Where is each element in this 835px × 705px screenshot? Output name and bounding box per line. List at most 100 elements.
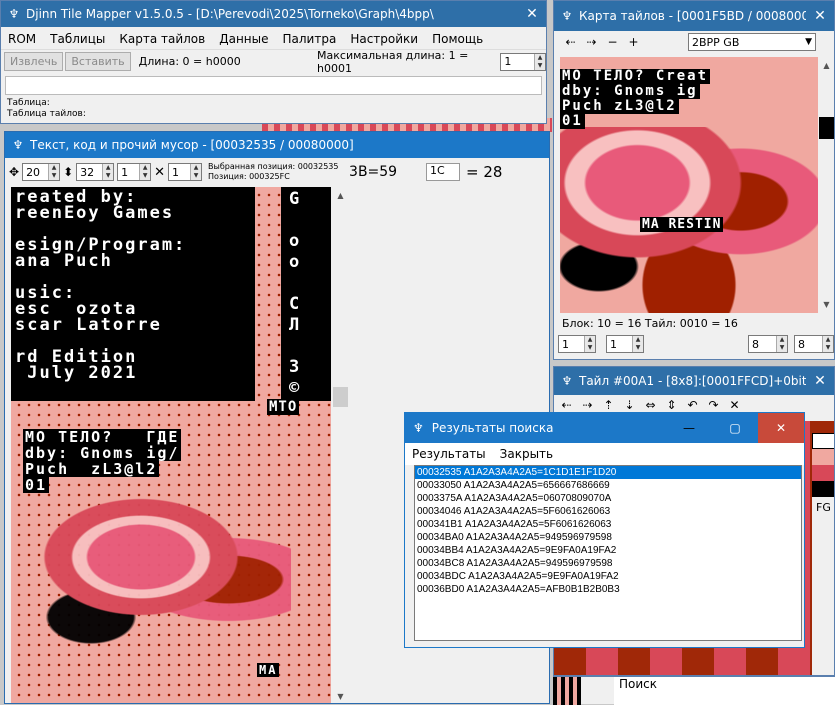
- arrow-left-icon[interactable]: ⇠: [560, 32, 581, 52]
- search-result-item[interactable]: 0003375A A1A2A3A4A2A5=06070809070A: [415, 492, 801, 505]
- tile-map-titlebar[interactable]: ♆ Карта тайлов - [0001F5BD / 00080000] ✕: [554, 1, 834, 31]
- djinn-app-icon: ♆: [561, 9, 573, 23]
- search-result-item[interactable]: 00034BC8 A1A2A3A4A2A5=949596979598: [415, 557, 801, 570]
- text-window-toolbar: ✥ 20 ▲ ▼ ⬍ 32 ▲ ▼ 1 ▲ ▼ ✕ 1 ▲ ▼ Выбранная позици…: [5, 158, 549, 186]
- width-spinner[interactable]: 20 ▲ ▼: [22, 163, 61, 181]
- palette-color-5[interactable]: [812, 481, 834, 497]
- rows-spinner[interactable]: 1 ▲ ▼: [168, 163, 203, 181]
- right-char: [289, 336, 323, 357]
- extract-button[interactable]: Извлечь: [4, 52, 64, 71]
- search-results-list[interactable]: 00032535 A1A2A3A4A2A5=1C1D1E1F1D20 000330…: [414, 465, 802, 641]
- tile-map-canvas[interactable]: МО ТЕЛО? Creat dby: Gnoms ig Puch zL3@l2…: [560, 57, 818, 313]
- insert-button[interactable]: Вставить: [65, 52, 131, 71]
- byte-value: 3B=59: [349, 164, 398, 180]
- max-length-spinner[interactable]: 1 ▲ ▼: [500, 52, 546, 71]
- menu-settings[interactable]: Настройки: [343, 32, 425, 46]
- length-label: Длина: 0 = h0000: [138, 55, 241, 68]
- tile-map-scrollbar[interactable]: ▲ ▼: [818, 57, 834, 313]
- palette-color-4[interactable]: [812, 465, 834, 481]
- close-icon[interactable]: ✕: [518, 6, 546, 22]
- spinner-b[interactable]: 1 ▲ ▼: [606, 335, 644, 353]
- search-results-titlebar[interactable]: ♆ Результаты поиска — ▢ ✕: [405, 413, 804, 443]
- search-result-item[interactable]: 00036BD0 A1A2A3A4A2A5=AFB0B1B2B0B3: [415, 583, 801, 596]
- char-box[interactable]: 1C: [426, 163, 461, 181]
- mto-label: MTO: [267, 399, 300, 415]
- menu-data[interactable]: Данные: [212, 32, 275, 46]
- minimize-icon[interactable]: —: [666, 421, 712, 435]
- tile-line-2: dby: Gnoms ig/: [23, 444, 182, 462]
- maximize-icon[interactable]: ▢: [712, 421, 758, 435]
- palette-color-1[interactable]: [812, 421, 834, 433]
- menu-tables[interactable]: Таблицы: [43, 32, 112, 46]
- search-result-item[interactable]: 000341B1 A1A2A3A4A2A5=5F6061626063: [415, 518, 801, 531]
- menu-close[interactable]: Закрыть: [493, 447, 560, 461]
- height-spinner[interactable]: 32 ▲ ▼: [76, 163, 115, 181]
- search-result-item[interactable]: 00034BB4 A1A2A3A4A2A5=9E9FA0A19FA2: [415, 544, 801, 557]
- right-char: o: [289, 252, 302, 272]
- search-result-item[interactable]: 00032535 A1A2A3A4A2A5=1C1D1E1F1D20: [415, 466, 801, 479]
- text-edit-area[interactable]: [5, 76, 542, 95]
- tile-map-line-4: 01: [560, 113, 585, 129]
- search-window-titlebar[interactable]: Поиск: [614, 677, 835, 705]
- right-char: [289, 210, 323, 231]
- scroll-up-icon[interactable]: ▲: [818, 57, 834, 74]
- cols-spinner[interactable]: 1 ▲ ▼: [117, 163, 152, 181]
- search-result-item[interactable]: 00034046 A1A2A3A4A2A5=5F6061626063: [415, 505, 801, 518]
- djinn-app-icon: ♆: [8, 7, 20, 21]
- block-info: Блок: 10 = 16 Тайл: 0010 = 16: [562, 317, 738, 330]
- search-result-item[interactable]: 00034BDC A1A2A3A4A2A5=9E9FA0A19FA2: [415, 570, 801, 583]
- spinner-a[interactable]: 1 ▲ ▼: [558, 335, 596, 353]
- tile-map-text-block: МО ТЕЛО? Creat dby: Gnoms ig Puch zL3@l2…: [560, 69, 711, 129]
- right-chars: G oo CЛ 3 ©: [289, 189, 323, 399]
- width-icon: ✥: [9, 165, 20, 179]
- tile-art: [41, 497, 291, 647]
- text-window-scrollbar[interactable]: ▲ ▼: [332, 187, 349, 703]
- zoom-out-icon[interactable]: −: [602, 32, 623, 52]
- tile-bottom-label: MA: [257, 663, 280, 677]
- text-window-titlebar[interactable]: ♆ Текст, код и прочий мусор - [00032535 …: [5, 132, 549, 158]
- multiply-icon: ✕: [154, 164, 166, 180]
- tile-map-spinners: 1 ▲ ▼ 1 ▲ ▼ 8 ▲ ▼ 8 ▲ ▼: [558, 335, 834, 355]
- graphics-mode-select[interactable]: 2BPP GB ▼: [688, 33, 816, 51]
- spinner-c[interactable]: 8 ▲ ▼: [748, 335, 788, 353]
- scroll-thumb[interactable]: [819, 117, 834, 139]
- djinn-app-icon: ♆: [561, 374, 573, 388]
- palette-color-2[interactable]: [812, 433, 834, 449]
- close-icon[interactable]: ✕: [806, 373, 834, 389]
- close-icon[interactable]: ✕: [758, 413, 804, 443]
- search-result-item[interactable]: 00033050 A1A2A3A4A2A5=656667686669: [415, 479, 801, 492]
- char-value: = 28: [466, 163, 503, 181]
- fg-label: FG: [816, 501, 831, 514]
- arrow-right-icon[interactable]: ⇢: [581, 32, 602, 52]
- close-icon[interactable]: ✕: [806, 8, 834, 24]
- text-tile-canvas[interactable]: reated by: reenEoy Games esign/Program: an…: [11, 187, 331, 703]
- tile-map-line-5: MA RESTIN: [640, 217, 724, 232]
- main-toolbar: Извлечь Вставить Длина: 0 = h0000 Максим…: [1, 49, 546, 75]
- menu-results[interactable]: Результаты: [405, 447, 493, 461]
- right-char: [289, 273, 323, 294]
- main-titlebar[interactable]: ♆ Djinn Tile Mapper v1.5.0.5 - [D:\Perev…: [1, 1, 546, 27]
- djinn-app-icon: ♆: [12, 138, 24, 152]
- tile-editor-titlebar[interactable]: ♆ Тайл #00A1 - [8x8]:[0001FFCD]+0bit ✕: [554, 367, 834, 395]
- text-window-title: Текст, код и прочий мусор - [00032535 / …: [30, 138, 354, 152]
- djinn-app-icon: ♆: [413, 421, 424, 435]
- tile-editor-title: Тайл #00A1 - [8x8]:[0001FFCD]+0bit: [579, 374, 806, 388]
- palette-color-3[interactable]: [812, 449, 834, 465]
- right-char: G: [289, 189, 302, 209]
- scroll-down-icon[interactable]: ▼: [818, 296, 834, 313]
- menu-palette[interactable]: Палитра: [276, 32, 344, 46]
- menu-rom[interactable]: ROM: [1, 32, 43, 46]
- scroll-up-icon[interactable]: ▲: [332, 187, 349, 204]
- tile-line-3: Puch zL3@l2: [23, 460, 160, 478]
- scroll-thumb[interactable]: [333, 387, 348, 407]
- spinner-d[interactable]: 8 ▲ ▼: [794, 335, 834, 353]
- menu-tilemap[interactable]: Карта тайлов: [112, 32, 212, 46]
- zoom-in-icon[interactable]: +: [623, 32, 644, 52]
- scroll-down-icon[interactable]: ▼: [332, 688, 349, 703]
- menu-help[interactable]: Помощь: [425, 32, 490, 46]
- credits-line: July 2021: [15, 363, 138, 383]
- search-result-item[interactable]: 00034BA0 A1A2A3A4A2A5=949596979598: [415, 531, 801, 544]
- right-black-panel: G oo CЛ 3 ©: [281, 187, 331, 401]
- right-char: o: [289, 231, 302, 251]
- right-char: 3: [289, 357, 302, 377]
